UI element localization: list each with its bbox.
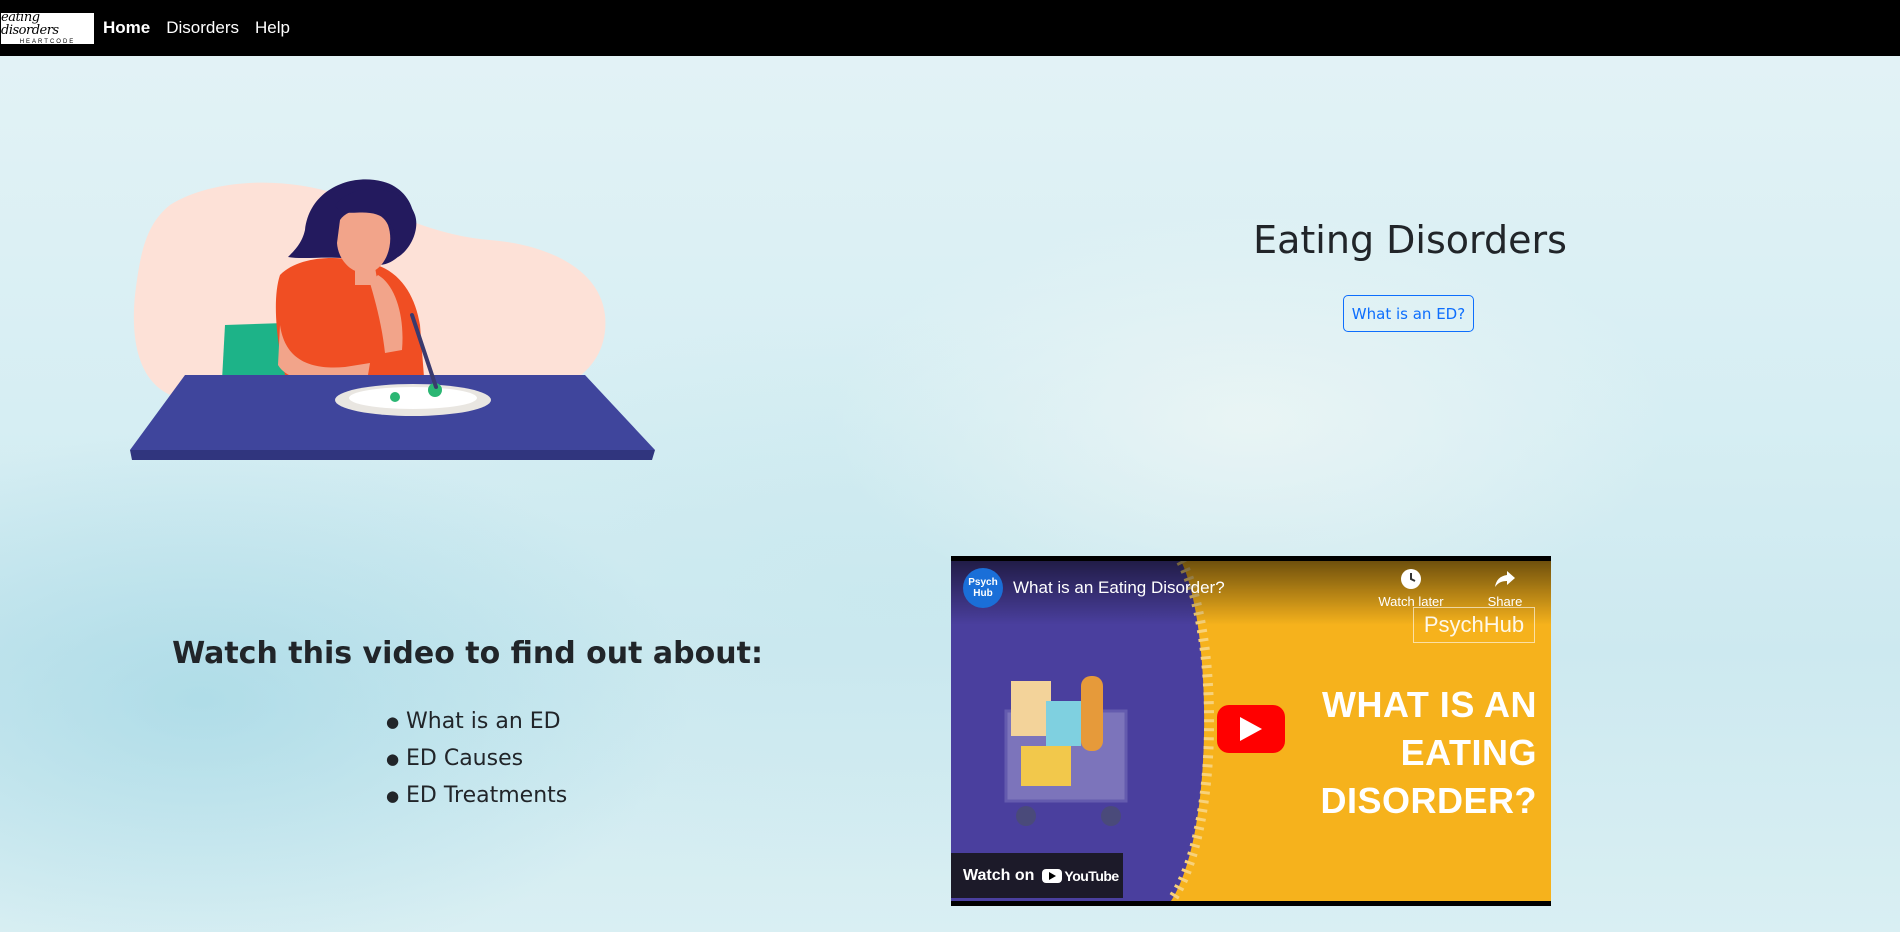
woman-eating-illustration [130, 179, 655, 460]
site-logo[interactable]: eating disorders HEARTCODE [1, 10, 94, 45]
nav-link-help[interactable]: Help [255, 18, 290, 38]
brand-watermark: PsychHub [1413, 607, 1535, 643]
nav-link-disorders[interactable]: Disorders [166, 18, 239, 38]
page-title: Eating Disorders [1253, 218, 1567, 262]
what-is-ed-button[interactable]: What is an ED? [1343, 295, 1474, 332]
play-icon [1240, 717, 1262, 741]
watch-on-youtube-button[interactable]: Watch on YouTube [951, 853, 1123, 898]
topic-label: ED Causes [406, 746, 524, 771]
video-topics-list: ● What is an ED ● ED Causes ● ED Treatments [386, 703, 567, 814]
logo-subtext: HEARTCODE [19, 39, 76, 45]
youtube-label: YouTube [1064, 867, 1119, 884]
watch-later-button[interactable]: Watch later [1376, 568, 1446, 609]
thumbnail-title: WHAT IS AN EATING DISORDER? [1320, 684, 1537, 821]
bullet-icon: ● [386, 749, 400, 768]
share-button[interactable]: Share [1470, 568, 1540, 609]
youtube-play-icon [1042, 868, 1063, 883]
topic-label: What is an ED [406, 709, 561, 734]
logo-text: eating disorders [1, 10, 59, 38]
list-item: ● What is an ED [386, 703, 567, 740]
bullet-icon: ● [386, 712, 400, 731]
navbar: eating disorders HEARTCODE Home Disorder… [0, 0, 1900, 56]
video-title-link[interactable]: What is an Eating Disorder? [1013, 578, 1225, 598]
clock-icon [1401, 569, 1421, 589]
nav-link-home[interactable]: Home [103, 18, 150, 38]
topic-label: ED Treatments [406, 783, 568, 808]
bullet-icon: ● [386, 786, 400, 805]
youtube-video-embed[interactable]: Psych Hub What is an Eating Disorder? Wa… [951, 556, 1551, 906]
youtube-logo: YouTube [1042, 867, 1119, 884]
watch-on-label: Watch on [963, 866, 1035, 884]
video-section-heading: Watch this video to find out about: [172, 636, 763, 671]
share-icon [1495, 571, 1515, 587]
play-button[interactable] [1217, 705, 1285, 753]
channel-avatar[interactable]: Psych Hub [963, 568, 1003, 608]
list-item: ● ED Treatments [386, 777, 567, 814]
list-item: ● ED Causes [386, 740, 567, 777]
